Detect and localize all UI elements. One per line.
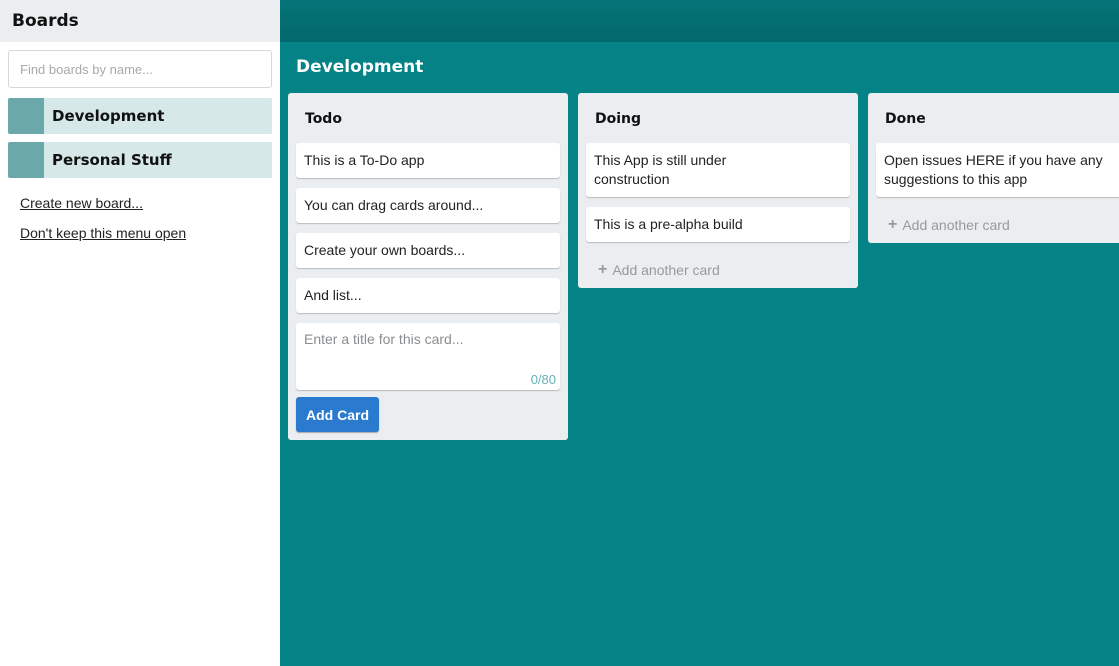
list-todo: Todo This is a To-Do app You can drag ca… xyxy=(288,93,568,440)
board-color-swatch xyxy=(8,98,44,134)
close-menu-link[interactable]: Don't keep this menu open xyxy=(20,225,186,241)
list-title: Done xyxy=(885,111,926,127)
card-title-input[interactable] xyxy=(296,323,560,390)
board-search-input[interactable] xyxy=(8,50,272,88)
add-another-card-label: Add another card xyxy=(612,262,720,278)
card[interactable]: This App is still under construction xyxy=(586,143,850,197)
list-title: Todo xyxy=(305,111,342,127)
top-bar xyxy=(280,0,1119,42)
board-title: Development xyxy=(296,57,424,77)
card-composer: 0/80 xyxy=(296,323,560,390)
board-name: Personal Stuff xyxy=(52,151,172,169)
card[interactable]: You can drag cards around... xyxy=(296,188,560,223)
card[interactable]: Create your own boards... xyxy=(296,233,560,268)
create-new-board-link[interactable]: Create new board... xyxy=(20,195,143,211)
add-card-button[interactable]: Add Card xyxy=(296,397,379,432)
sidebar-header: Boards xyxy=(0,0,280,42)
boards-sidebar: Boards Development Personal Stuff Create… xyxy=(0,0,280,666)
card[interactable]: This is a To-Do app xyxy=(296,143,560,178)
plus-icon: + xyxy=(598,261,608,278)
sidebar-title: Boards xyxy=(12,11,79,31)
list-done: Done Open issues HERE if you have any su… xyxy=(868,93,1119,243)
card[interactable]: And list... xyxy=(296,278,560,313)
list-title: Doing xyxy=(595,111,642,127)
card[interactable]: This is a pre-alpha build xyxy=(586,207,850,242)
add-another-card-label: Add another card xyxy=(902,217,1010,233)
board-color-swatch xyxy=(8,142,44,178)
board-name: Development xyxy=(52,107,165,125)
list-doing: Doing This App is still under constructi… xyxy=(578,93,858,288)
add-another-card-button[interactable]: + Add another card xyxy=(888,216,1010,234)
plus-icon: + xyxy=(888,216,898,233)
sidebar-board-development[interactable]: Development xyxy=(8,98,272,134)
card[interactable]: Open issues HERE if you have any suggest… xyxy=(876,143,1119,197)
character-counter: 0/80 xyxy=(530,372,556,387)
add-another-card-button[interactable]: + Add another card xyxy=(598,261,720,279)
sidebar-board-personal-stuff[interactable]: Personal Stuff xyxy=(8,142,272,178)
